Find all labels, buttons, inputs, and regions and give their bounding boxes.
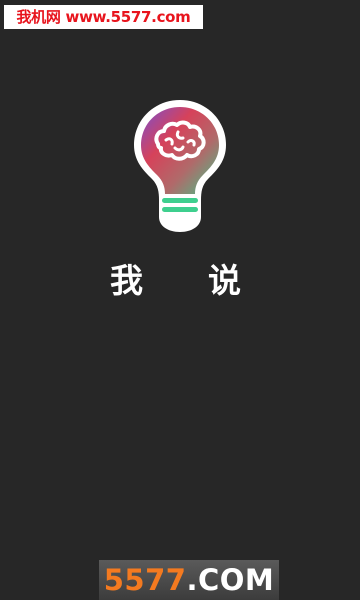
app-name-char: 说 (208, 261, 241, 300)
watermark-number: 5577 (103, 563, 187, 597)
watermark-domain: .COM (186, 563, 275, 597)
watermark-banner-bottom: 5577.COM (99, 560, 279, 600)
app-name: 我 说 (0, 258, 360, 306)
app-name-char: 我 (110, 261, 143, 300)
lightbulb-brain-icon (132, 98, 228, 234)
watermark-banner-top: 我机网 www.5577.com (4, 5, 203, 29)
